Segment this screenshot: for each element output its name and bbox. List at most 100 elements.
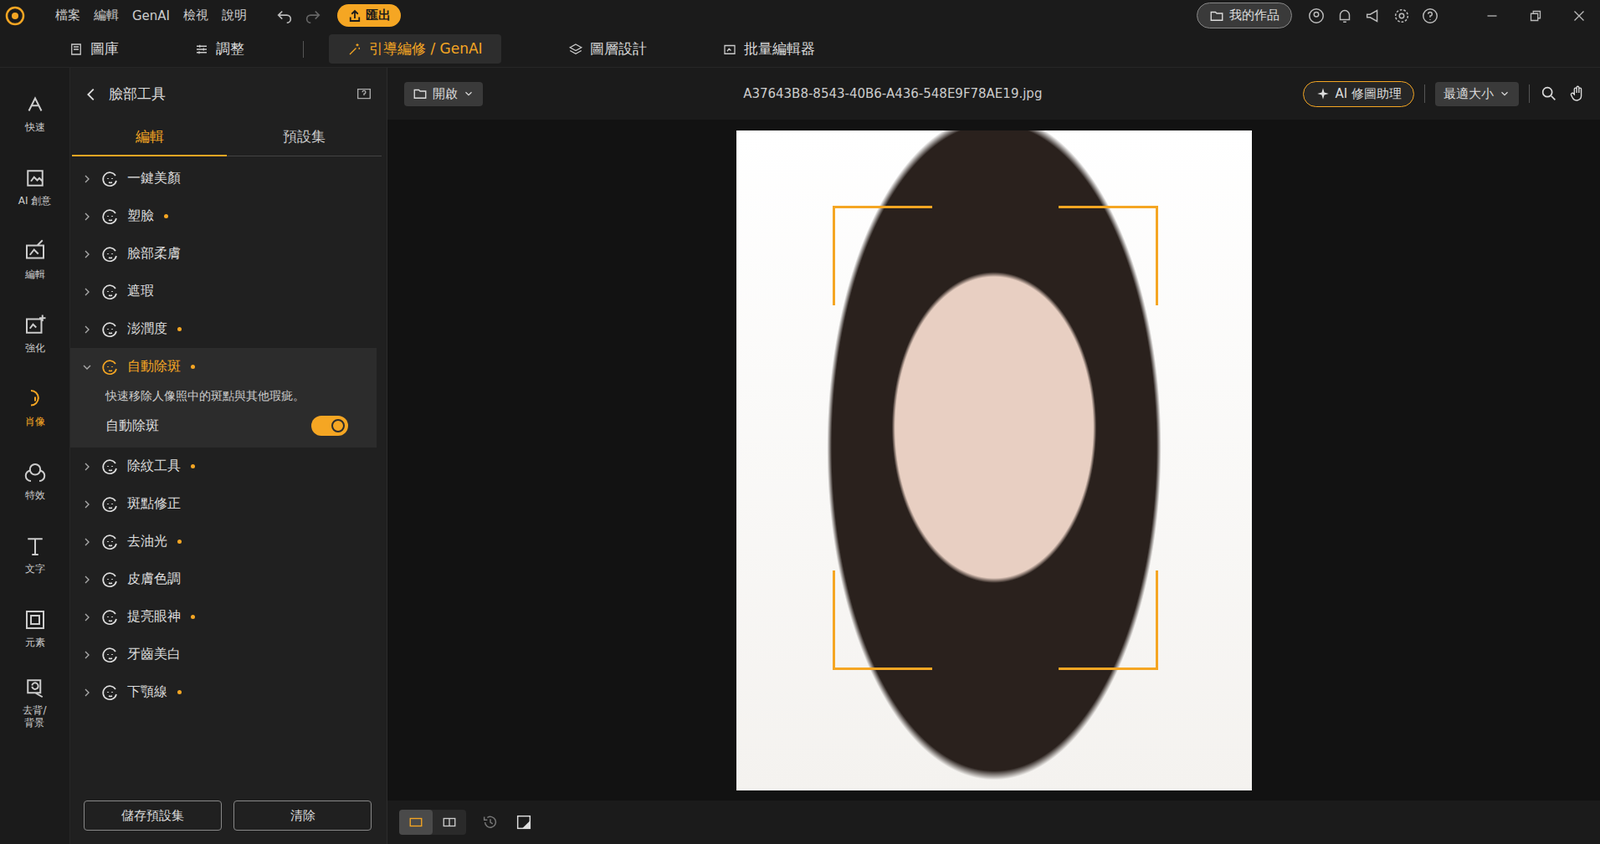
sidebar-item[interactable]: 強化 [0, 297, 70, 371]
tool-row[interactable]: 下顎線 [70, 673, 387, 712]
tool-item: 斑點修正 [70, 485, 387, 524]
bell-icon[interactable] [1335, 6, 1354, 26]
panel-tabs: 編輯預設集 [71, 120, 382, 157]
chevron-right-icon [80, 686, 94, 700]
sparkle-icon [1315, 86, 1331, 102]
tool-settings: 快速移除人像照中的斑點與其他瑕疵。 自動除斑 [70, 385, 377, 436]
toggle-switch[interactable] [311, 415, 349, 436]
mode-tab[interactable]: 批量編輯器 [713, 34, 824, 64]
undo-icon[interactable] [275, 6, 294, 26]
panel-title: 臉部工具 [108, 84, 166, 104]
open-button[interactable]: 開啟 [404, 82, 483, 107]
tool-row[interactable]: 自動除斑 [70, 348, 377, 386]
mode-tab[interactable]: 圖層設計 [559, 34, 656, 64]
sidebar-item[interactable]: 特效 [0, 444, 70, 518]
face-icon [100, 569, 121, 590]
tool-row[interactable]: 塑臉 [70, 197, 387, 236]
sidebar-item-icon [22, 92, 48, 118]
mask-icon[interactable] [514, 813, 534, 832]
zoom-dropdown[interactable]: 最適大小 [1435, 82, 1519, 107]
modified-dot [177, 690, 182, 695]
my-works-button[interactable]: 我的作品 [1196, 2, 1293, 29]
chevron-right-icon [80, 535, 94, 549]
tool-item: 下顎線 [70, 673, 387, 712]
help-panel-icon[interactable] [354, 85, 374, 104]
tool-row[interactable]: 牙齒美白 [70, 635, 387, 674]
menu-item[interactable]: GenAI [130, 8, 172, 24]
sidebar-item[interactable]: 去背/ 背景 [0, 665, 70, 739]
search-icon[interactable] [1539, 84, 1559, 103]
chevron-right-icon [80, 610, 94, 625]
toggle-label: 自動除斑 [105, 417, 159, 436]
tool-list: 一鍵美顏 塑臉 臉部柔膚 遮瑕 澎潤度 自動除斑 快速移除人像照中的斑點與其他瑕… [70, 156, 387, 801]
sidebar-item-icon [22, 460, 48, 486]
modified-dot [190, 364, 195, 370]
tool-description: 快速移除人像照中的斑點與其他瑕疵。 [105, 389, 349, 405]
face-icon [100, 357, 121, 378]
history-icon[interactable] [481, 813, 500, 832]
gear-icon[interactable] [1392, 6, 1411, 26]
single-view-button[interactable] [399, 810, 433, 836]
account-icon[interactable] [1307, 6, 1326, 26]
redo-icon[interactable] [303, 6, 323, 26]
panel-tab[interactable]: 編輯 [71, 120, 227, 157]
modified-dot [177, 539, 182, 544]
tool-row[interactable]: 一鍵美顏 [70, 159, 387, 198]
tool-item: 遮瑕 [70, 272, 387, 311]
tool-row[interactable]: 澎潤度 [70, 310, 387, 349]
sidebar-item[interactable]: 文字 [0, 517, 70, 592]
modified-dot [190, 615, 195, 620]
sidebar-item-icon [22, 165, 48, 191]
minimize-icon[interactable] [1482, 6, 1502, 26]
sidebar-item[interactable]: 快速 [0, 76, 70, 150]
ai-assistant-button[interactable]: AI 修圖助理 [1302, 81, 1415, 108]
hand-icon[interactable] [1568, 84, 1587, 103]
menu-item[interactable]: 編輯 [92, 7, 121, 24]
export-button[interactable]: 匯出 [337, 4, 401, 27]
tool-row[interactable]: 皮膚色調 [70, 560, 387, 599]
mode-tab[interactable]: 調整 [185, 34, 253, 64]
back-arrow-icon[interactable] [82, 85, 101, 104]
tool-item: 皮膚色調 [70, 560, 387, 599]
chevron-right-icon [80, 648, 94, 662]
dropdown-icon [462, 87, 475, 100]
sidebar-item[interactable]: 編輯 [0, 223, 70, 298]
canvas-area: 開啟 A37643B8-8543-40B6-A436-548E9F78AE19.… [387, 67, 1600, 844]
view-toolbar [387, 800, 1600, 844]
tool-row[interactable]: 去油光 [70, 523, 387, 561]
chevron-right-icon [80, 573, 94, 587]
menu-item[interactable]: 檢視 [181, 7, 211, 24]
megaphone-icon[interactable] [1364, 6, 1383, 26]
switch-knob [331, 419, 345, 433]
chevron-right-icon [80, 285, 94, 299]
sidebar-item[interactable]: AI 創意 [0, 149, 70, 224]
portrait-photo[interactable] [736, 130, 1252, 791]
face-tools-panel: 臉部工具 編輯預設集 一鍵美顏 塑臉 臉部柔膚 遮瑕 澎潤度 自動除斑 快速移除… [70, 67, 388, 844]
export-icon [347, 8, 363, 24]
menu-item[interactable]: 檔案 [53, 7, 83, 24]
panel-tab[interactable]: 預設集 [226, 120, 382, 157]
panel-footer: 儲存預設集清除 [70, 800, 387, 844]
chevron-right-icon [80, 172, 94, 186]
mode-tab[interactable]: 引導編修 / GenAI [328, 34, 502, 64]
compare-view-button[interactable] [432, 810, 467, 836]
mode-tab-icon [68, 41, 84, 57]
face-icon [100, 494, 121, 515]
panel-button[interactable]: 儲存預設集 [83, 800, 222, 831]
mode-tab-icon [568, 41, 584, 57]
tool-row[interactable]: 臉部柔膚 [70, 235, 387, 273]
sidebar-item[interactable]: 元素 [0, 591, 70, 666]
chevron-right-icon [80, 460, 94, 474]
sidebar-item[interactable]: 肖像 [0, 370, 70, 445]
tool-row[interactable]: 除紋工具 [70, 447, 387, 486]
help-icon[interactable] [1420, 6, 1440, 26]
menu-item[interactable]: 說明 [220, 7, 249, 24]
tool-item: 除紋工具 [70, 447, 387, 486]
close-icon[interactable] [1569, 6, 1589, 26]
tool-row[interactable]: 斑點修正 [70, 485, 387, 524]
tool-row[interactable]: 遮瑕 [70, 272, 387, 311]
panel-button[interactable]: 清除 [233, 800, 372, 831]
mode-tab[interactable]: 圖庫 [60, 34, 128, 64]
tool-row[interactable]: 提亮眼神 [70, 598, 387, 636]
restore-icon[interactable] [1526, 6, 1545, 26]
